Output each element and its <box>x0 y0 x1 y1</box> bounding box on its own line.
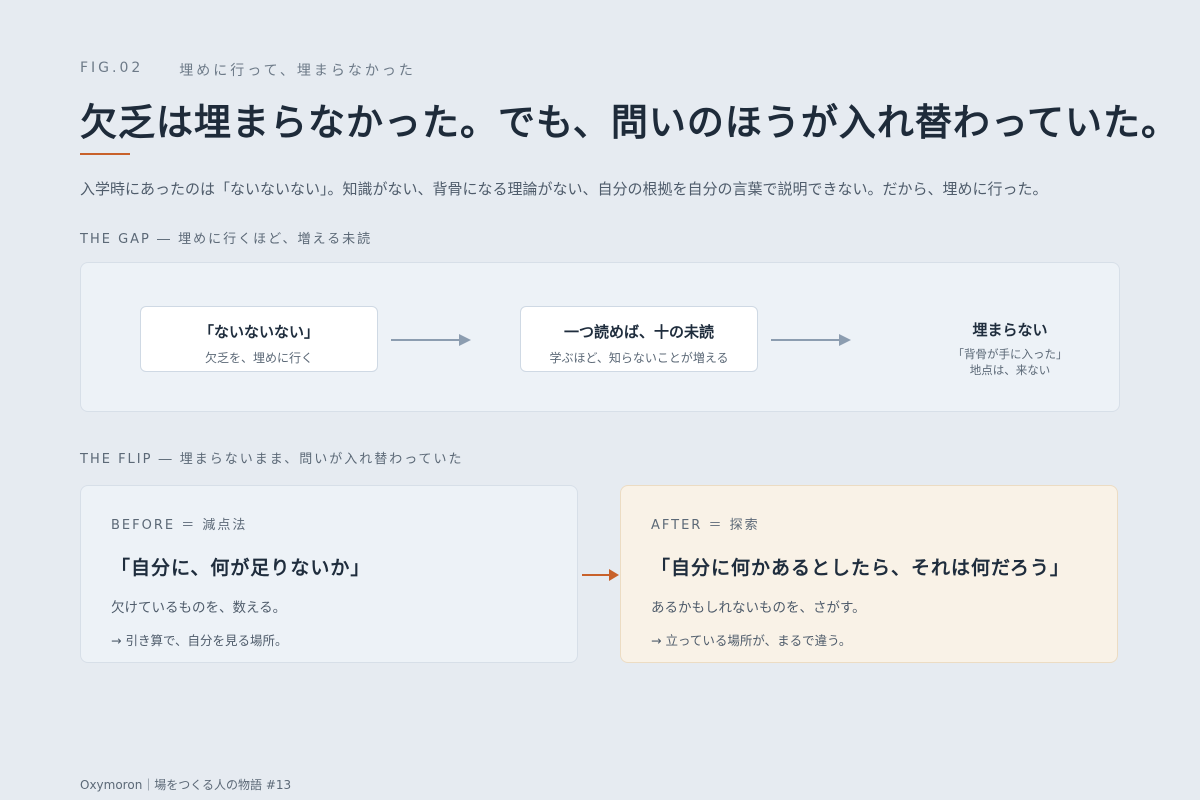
gap-panel: 「ないないない」 欠乏を、埋めに行く 一つ読めば、十の未読 学ぶほど、知らないこ… <box>80 262 1120 412</box>
gap-step-unread: 一つ読めば、十の未読 学ぶほど、知らないことが増える <box>520 306 758 372</box>
gap-section-label: THE GAP ― 埋めに行くほど、増える未読 <box>80 232 373 247</box>
gap-end-title: 埋まらない <box>972 321 1048 339</box>
gap-step-lack: 「ないないない」 欠乏を、埋めに行く <box>140 306 378 372</box>
before-card: BEFORE ＝ 減点法 「自分に、何が足りないか」 欠けているものを、数える。… <box>80 485 578 663</box>
after-card: AFTER ＝ 探索 「自分に何かあるとしたら、それは何だろう」 あるかもしれな… <box>620 485 1118 663</box>
after-note: → 立っている場所が、まるで違う。 <box>651 633 852 648</box>
gap-step-title: 「ないないない」 <box>198 323 319 341</box>
lead-text: 入学時にあったのは「ないないない」。知識がない、背骨になる理論がない、自分の根拠… <box>80 180 1048 198</box>
fig-label: FIG.02 <box>80 60 144 76</box>
gap-step-title: 一つ読めば、十の未読 <box>563 323 714 341</box>
before-description: 欠けているものを、数える。 <box>111 600 287 616</box>
gap-step-sub: 欠乏を、埋めに行く <box>204 351 313 365</box>
page-title: 欠乏は埋まらなかった。でも、問いのほうが入れ替わっていた。 <box>80 101 1180 144</box>
after-quote: 「自分に何かあるとしたら、それは何だろう」 <box>651 557 1070 579</box>
arrow-right-icon <box>771 334 851 346</box>
title-accent-rule <box>80 153 130 155</box>
arrow-right-icon <box>391 334 471 346</box>
after-label: AFTER ＝ 探索 <box>651 518 760 533</box>
figure-header: FIG.02 埋めに行って、埋まらなかった <box>80 60 416 80</box>
flip-arrow-icon <box>582 569 619 581</box>
gap-end-sub-line: 地点は、来ない <box>969 363 1051 377</box>
fig-subtitle: 埋めに行って、埋まらなかった <box>179 63 416 79</box>
before-note: → 引き算で、自分を見る場所。 <box>111 633 288 648</box>
footer-credit: Oxymoron｜場をつくる人の物語 #13 <box>80 778 292 792</box>
gap-end-sub-line: 「背骨が手に入った」 <box>952 347 1068 361</box>
before-label: BEFORE ＝ 減点法 <box>111 518 248 533</box>
gap-end-sub: 「背骨が手に入った」 地点は、来ない <box>920 346 1100 378</box>
gap-step-sub: 学ぶほど、知らないことが増える <box>549 351 729 365</box>
after-description: あるかもしれないものを、さがす。 <box>651 600 866 616</box>
gap-end-node: 埋まらない 「背骨が手に入った」 地点は、来ない <box>920 319 1100 378</box>
before-quote: 「自分に、何が足りないか」 <box>111 557 371 579</box>
flip-section-label: THE FLIP ― 埋まらないまま、問いが入れ替わっていた <box>80 452 464 467</box>
